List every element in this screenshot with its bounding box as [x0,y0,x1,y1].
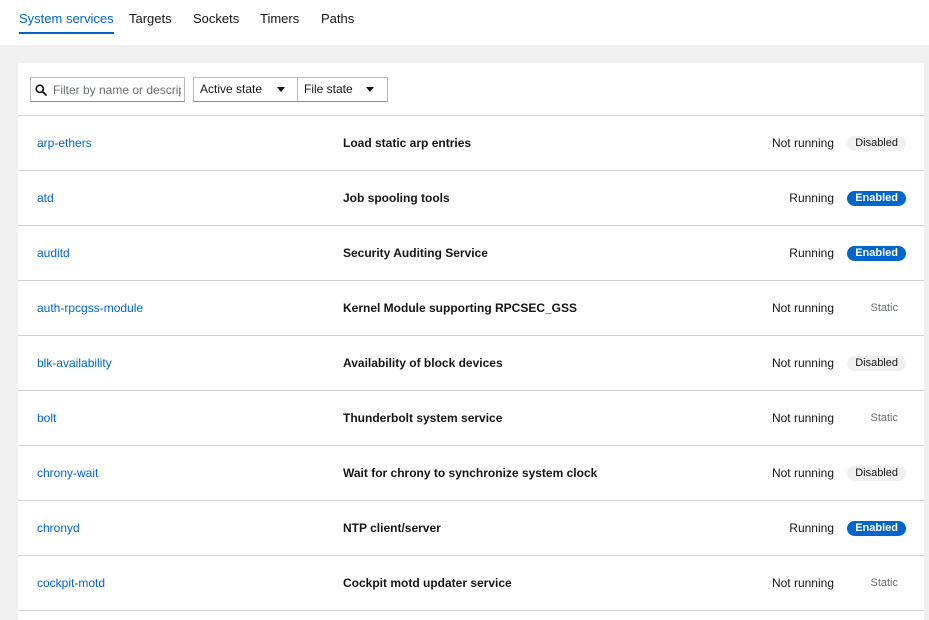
service-description: Security Auditing Service [343,246,488,260]
tab-timers[interactable]: Timers [260,0,299,36]
status-badge: Disabled [847,136,906,151]
service-description: Availability of block devices [343,356,503,370]
search-box [30,77,185,102]
status-badge: Disabled [847,466,906,481]
tab-system-services[interactable]: System services [19,0,114,36]
filter-toolbar: Active state File state [18,63,924,116]
chevron-down-icon [366,87,374,92]
service-description: Load static arp entries [343,136,472,150]
file-state-select[interactable]: File state [297,77,388,102]
service-name-link[interactable]: bolt [37,391,56,445]
service-name-link[interactable]: auditd [37,226,70,280]
service-type-tabs: System services Targets Sockets Timers P… [0,0,929,45]
service-name-link[interactable]: arp-ethers [37,116,92,170]
table-row[interactable]: arp-ethers Load static arp entries Not r… [18,116,924,171]
status-badge: Enabled [847,246,906,261]
search-input[interactable] [51,82,183,97]
service-active-state: Running [789,191,834,205]
service-description: Kernel Module supporting RPCSEC_GSS [343,301,578,315]
table-row[interactable]: auth-rpcgss-module Kernel Module support… [18,281,924,336]
status-badge: Enabled [847,191,906,206]
tab-sockets[interactable]: Sockets [193,0,239,36]
service-active-state: Running [789,246,834,260]
active-state-select[interactable]: Active state [193,77,298,102]
services-list: arp-ethers Load static arp entries Not r… [18,116,924,611]
table-row[interactable]: chrony-wait Wait for chrony to synchroni… [18,446,924,501]
page: System services Targets Sockets Timers P… [0,0,929,620]
status-badge: Static [870,577,898,589]
service-description: Cockpit motd updater service [343,576,512,590]
service-active-state: Not running [771,576,834,590]
active-state-label: Active state [200,82,263,96]
table-row[interactable]: chronyd NTP client/server Running Enable… [18,501,924,556]
table-row[interactable]: auditd Security Auditing Service Running… [18,226,924,281]
chevron-down-icon [277,87,285,92]
file-state-label: File state [304,82,353,96]
service-name-link[interactable]: cockpit-motd [37,556,105,610]
table-row[interactable]: bolt Thunderbolt system service Not runn… [18,391,924,446]
service-name-link[interactable]: blk-availability [37,336,112,390]
table-row[interactable]: blk-availability Availability of block d… [18,336,924,391]
tab-targets[interactable]: Targets [129,0,172,36]
service-description: NTP client/server [343,521,441,535]
service-active-state: Not running [771,466,834,480]
service-description: Wait for chrony to synchronize system cl… [343,466,598,480]
service-name-link[interactable]: chrony-wait [37,446,98,500]
service-description: Job spooling tools [343,191,450,205]
service-active-state: Not running [771,301,834,315]
service-name-link[interactable]: atd [37,171,54,225]
service-description: Thunderbolt system service [343,411,503,425]
service-name-link[interactable]: chronyd [37,501,80,555]
service-active-state: Not running [771,411,834,425]
search-icon [31,77,51,102]
status-badge: Static [870,302,898,314]
service-name-link[interactable]: auth-rpcgss-module [37,281,143,335]
tab-paths[interactable]: Paths [321,0,354,36]
status-badge: Enabled [847,521,906,536]
status-badge: Static [870,412,898,424]
service-active-state: Not running [771,136,834,150]
service-active-state: Running [789,521,834,535]
table-row[interactable]: cockpit-motd Cockpit motd updater servic… [18,556,924,611]
service-active-state: Not running [771,356,834,370]
table-row[interactable]: atd Job spooling tools Running Enabled [18,171,924,226]
services-card: Active state File state arp-ethers Load … [18,63,924,620]
status-badge: Disabled [847,356,906,371]
